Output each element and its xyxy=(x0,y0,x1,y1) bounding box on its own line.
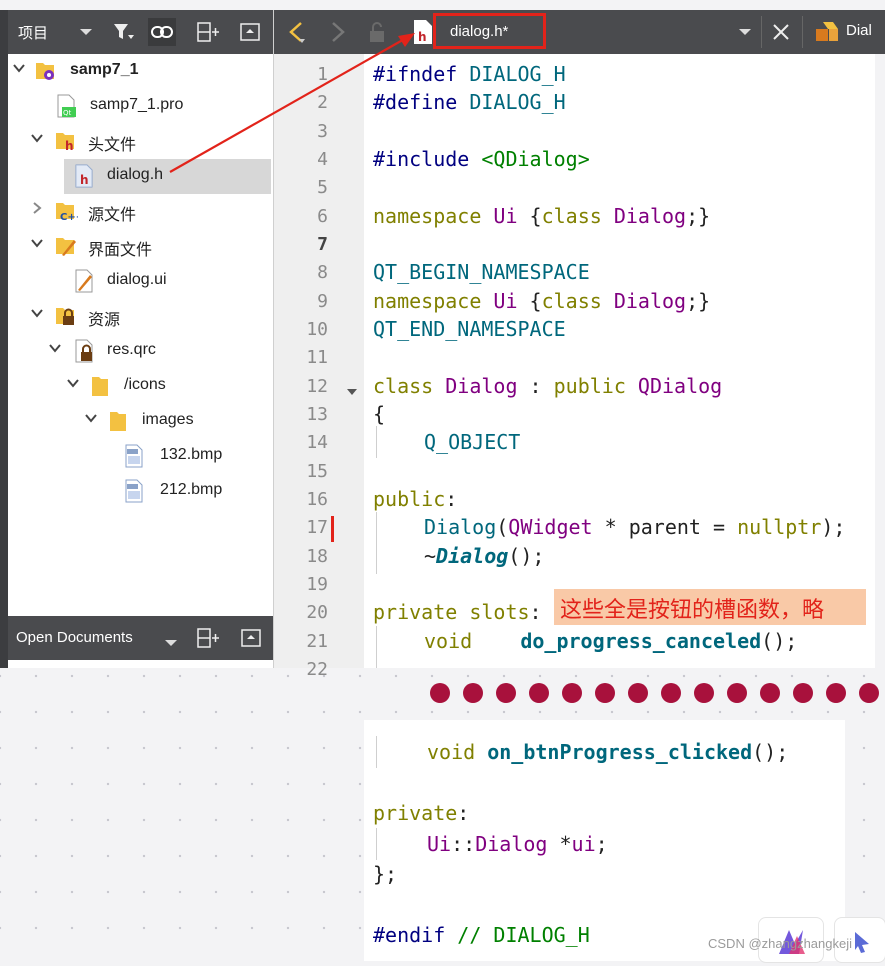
code-line: private: xyxy=(373,801,470,825)
separator-dot xyxy=(727,683,747,703)
separator-dot xyxy=(661,683,681,703)
code-line: Ui::Dialog *ui; xyxy=(427,832,608,856)
code-line: void on_btnProgress_clicked(); xyxy=(427,740,789,764)
separator-dot xyxy=(430,683,450,703)
separator-dot xyxy=(826,683,846,703)
separator-dot xyxy=(628,683,648,703)
separator-dot xyxy=(463,683,483,703)
separator-dot xyxy=(496,683,516,703)
indent-guide xyxy=(376,828,377,860)
separator-dot xyxy=(760,683,780,703)
separator-dot xyxy=(793,683,813,703)
separator-dot xyxy=(694,683,714,703)
separator-dot xyxy=(529,683,549,703)
separator-dot xyxy=(859,683,879,703)
watermark: CSDN @zhangzhangkeji xyxy=(708,936,852,951)
code-line: }; xyxy=(373,862,398,886)
separator-dot xyxy=(562,683,582,703)
code-line: #endif // DIALOG_H xyxy=(373,923,590,947)
separator-dot xyxy=(595,683,615,703)
indent-guide xyxy=(376,736,377,768)
